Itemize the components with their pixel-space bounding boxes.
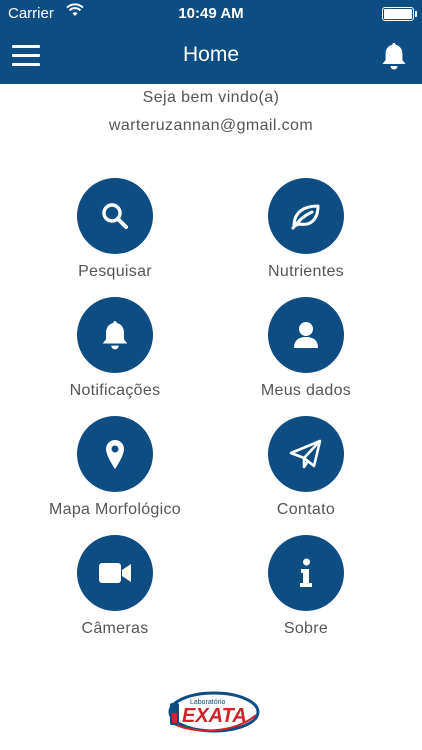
status-time: 10:49 AM	[178, 5, 244, 22]
menu-sobre-button[interactable]: Sobre	[206, 535, 406, 638]
mapa-circle	[77, 416, 153, 492]
welcome-section: Seja bem vindo(a) warteruzannan@gmail.co…	[0, 88, 422, 144]
notification-bell-icon[interactable]	[380, 41, 408, 71]
menu-mapa-morfologico-button[interactable]: Mapa Morfológico	[15, 416, 215, 519]
menu-notificacoes-button[interactable]: Notificações	[15, 297, 215, 400]
nav-bar: Home	[0, 28, 422, 84]
cameras-circle	[77, 535, 153, 611]
menu-nutrientes-button[interactable]: Nutrientes	[206, 178, 406, 281]
menu-label: Notificações	[69, 382, 161, 399]
menu-meus-dados-button[interactable]: Meus dados	[206, 297, 406, 400]
meus-dados-circle	[268, 297, 344, 373]
menu-cameras-button[interactable]: Câmeras	[15, 535, 215, 638]
contato-circle	[268, 416, 344, 492]
notificacoes-circle	[77, 297, 153, 373]
page-title: Home	[182, 43, 240, 66]
exata-logo: Laboratório EXATA	[164, 685, 260, 737]
menu-label: Meus dados	[260, 382, 352, 399]
sobre-circle	[268, 535, 344, 611]
menu-label: Contato	[276, 501, 336, 518]
pesquisar-circle	[77, 178, 153, 254]
logo-brand-text: EXATA	[182, 705, 247, 727]
status-bar: Carrier 10:49 AM	[0, 0, 422, 28]
menu-label: Câmeras	[81, 620, 149, 637]
user-email: warteruzannan@gmail.com	[108, 117, 314, 134]
menu-label: Pesquisar	[78, 263, 152, 280]
menu-label: Nutrientes	[268, 263, 344, 280]
welcome-greeting: Seja bem vindo(a)	[142, 89, 280, 106]
battery-icon	[382, 7, 417, 21]
menu-label: Sobre	[283, 620, 329, 637]
nutrientes-circle	[268, 178, 344, 254]
menu-pesquisar-button[interactable]: Pesquisar	[15, 178, 215, 281]
menu-contato-button[interactable]: Contato	[206, 416, 406, 519]
menu-label: Mapa Morfológico	[49, 501, 181, 518]
